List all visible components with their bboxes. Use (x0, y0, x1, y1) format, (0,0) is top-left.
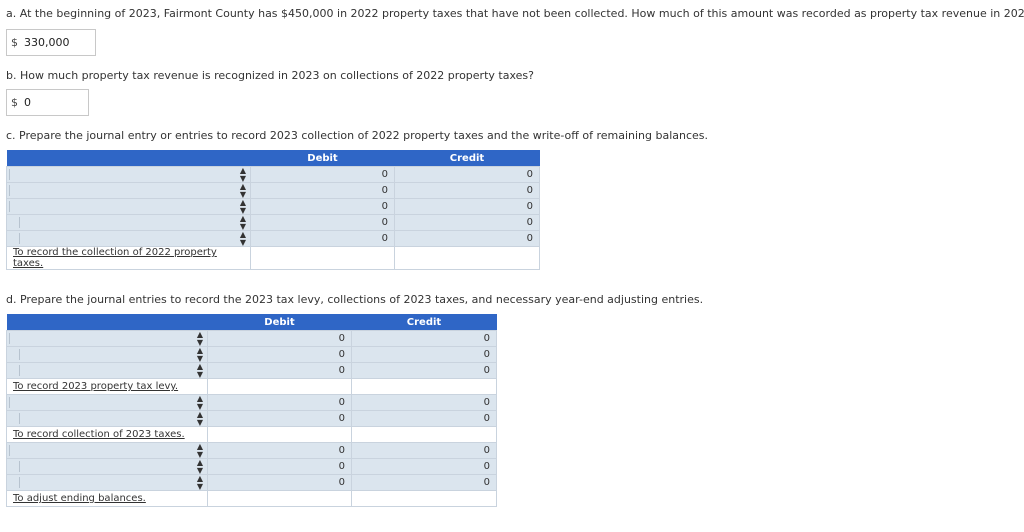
account-select[interactable]: ▲ ▼ (6, 213, 251, 231)
table-row: ▲ ▼ 0 0 (6, 441, 497, 459)
credit-input[interactable]: 0 (351, 442, 497, 459)
debit-input[interactable]: 0 (207, 394, 352, 411)
question-b: b. How much property tax revenue is reco… (6, 69, 534, 82)
table-row: ▲ ▼ 0 0 (6, 213, 540, 231)
table-row: ▲ ▼ 0 0 (6, 473, 497, 491)
account-select[interactable]: ▲ ▼ (6, 361, 208, 379)
answer-a-value: 330,000 (24, 36, 70, 49)
question-a: a. At the beginning of 2023, Fairmont Co… (6, 7, 1024, 20)
table-row: ▲ ▼ 0 0 (6, 457, 497, 475)
up-down-select-arrow-icon: ▲ ▼ (196, 441, 203, 459)
entry-memo: To record collection of 2023 taxes. (6, 426, 208, 443)
up-down-select-arrow-icon: ▲ ▼ (239, 181, 246, 199)
account-select[interactable]: ▲ ▼ (6, 181, 251, 199)
table-row: ▲ ▼ 0 0 (6, 345, 497, 363)
up-down-select-arrow-icon: ▲ ▼ (239, 229, 246, 247)
account-select[interactable]: ▲ ▼ (6, 197, 251, 215)
credit-input[interactable]: 0 (351, 474, 497, 491)
up-down-select-arrow-icon: ▲ ▼ (239, 197, 246, 215)
account-select[interactable]: ▲ ▼ (6, 229, 251, 247)
table-row: ▲ ▼ 0 0 (6, 393, 497, 411)
debit-input[interactable]: 0 (207, 442, 352, 459)
debit-input[interactable]: 0 (207, 458, 352, 475)
debit-input[interactable]: 0 (250, 198, 395, 215)
answer-b-value: 0 (24, 96, 31, 109)
account-select[interactable]: ▲ ▼ (6, 457, 208, 475)
debit-input[interactable]: 0 (250, 166, 395, 183)
credit-input[interactable]: 0 (351, 458, 497, 475)
memo-row: To record 2023 property tax levy. (6, 378, 497, 395)
answer-a-field[interactable]: $ 330,000 (6, 29, 96, 56)
table-row: ▲ ▼ 0 0 (6, 361, 497, 379)
debit-input[interactable]: 0 (250, 214, 395, 231)
table-row: ▲ ▼ 0 0 (6, 329, 497, 347)
up-down-select-arrow-icon: ▲ ▼ (196, 393, 203, 411)
credit-input[interactable]: 0 (351, 410, 497, 427)
up-down-select-arrow-icon: ▲ ▼ (196, 457, 203, 475)
account-select[interactable]: ▲ ▼ (6, 329, 208, 347)
debit-input[interactable]: 0 (207, 346, 352, 363)
debit-header: Debit (207, 314, 352, 331)
debit-input[interactable]: 0 (207, 362, 352, 379)
credit-input[interactable]: 0 (394, 214, 540, 231)
table-header: Debit Credit (6, 150, 540, 167)
table-row: ▲ ▼ 0 0 (6, 409, 497, 427)
credit-input[interactable]: 0 (351, 394, 497, 411)
up-down-select-arrow-icon: ▲ ▼ (196, 361, 203, 379)
memo-row: To record the collection of 2022 propert… (6, 246, 540, 270)
table-row: ▲ ▼ 0 0 (6, 165, 540, 183)
up-down-select-arrow-icon: ▲ ▼ (196, 473, 203, 491)
question-c: c. Prepare the journal entry or entries … (6, 129, 709, 142)
up-down-select-arrow-icon: ▲ ▼ (196, 409, 203, 427)
credit-input[interactable]: 0 (351, 362, 497, 379)
account-select[interactable]: ▲ ▼ (6, 393, 208, 411)
debit-input[interactable]: 0 (207, 330, 352, 347)
account-select[interactable]: ▲ ▼ (6, 409, 208, 427)
entry-memo: To adjust ending balances. (6, 490, 208, 507)
currency-symbol: $ (11, 96, 18, 109)
account-select[interactable]: ▲ ▼ (6, 345, 208, 363)
table-row: ▲ ▼ 0 0 (6, 229, 540, 247)
entry-memo: To record the collection of 2022 propert… (6, 246, 251, 270)
debit-input[interactable]: 0 (207, 474, 352, 491)
credit-input[interactable]: 0 (394, 198, 540, 215)
table-row: ▲ ▼ 0 0 (6, 197, 540, 215)
up-down-select-arrow-icon: ▲ ▼ (196, 345, 203, 363)
credit-input[interactable]: 0 (351, 330, 497, 347)
debit-input[interactable]: 0 (207, 410, 352, 427)
memo-row: To record collection of 2023 taxes. (6, 426, 497, 443)
journal-table-c: Debit Credit ▲ ▼ 0 0 ▲ ▼ 0 0 ▲ ▼ 0 0 ▲ ▼ 0 0… (6, 150, 540, 270)
up-down-select-arrow-icon: ▲ ▼ (239, 165, 246, 183)
credit-input[interactable]: 0 (394, 166, 540, 183)
journal-table-d: Debit Credit ▲ ▼ 0 0 ▲ ▼ 0 0 ▲ ▼ 0 0 To rec… (6, 314, 497, 507)
debit-header: Debit (250, 150, 395, 167)
account-select[interactable]: ▲ ▼ (6, 441, 208, 459)
account-select[interactable]: ▲ ▼ (6, 165, 251, 183)
entry-memo: To record 2023 property tax levy. (6, 378, 208, 395)
memo-row: To adjust ending balances. (6, 490, 497, 507)
account-select[interactable]: ▲ ▼ (6, 473, 208, 491)
credit-input[interactable]: 0 (394, 182, 540, 199)
debit-input[interactable]: 0 (250, 230, 395, 247)
table-header: Debit Credit (6, 314, 497, 331)
credit-header: Credit (351, 314, 497, 331)
currency-symbol: $ (11, 36, 18, 49)
credit-input[interactable]: 0 (394, 230, 540, 247)
table-row: ▲ ▼ 0 0 (6, 181, 540, 199)
answer-b-field[interactable]: $ 0 (6, 89, 89, 116)
credit-header: Credit (394, 150, 540, 167)
question-d: d. Prepare the journal entries to record… (6, 293, 704, 306)
up-down-select-arrow-icon: ▲ ▼ (239, 213, 246, 231)
debit-input[interactable]: 0 (250, 182, 395, 199)
up-down-select-arrow-icon: ▲ ▼ (196, 329, 203, 347)
credit-input[interactable]: 0 (351, 346, 497, 363)
